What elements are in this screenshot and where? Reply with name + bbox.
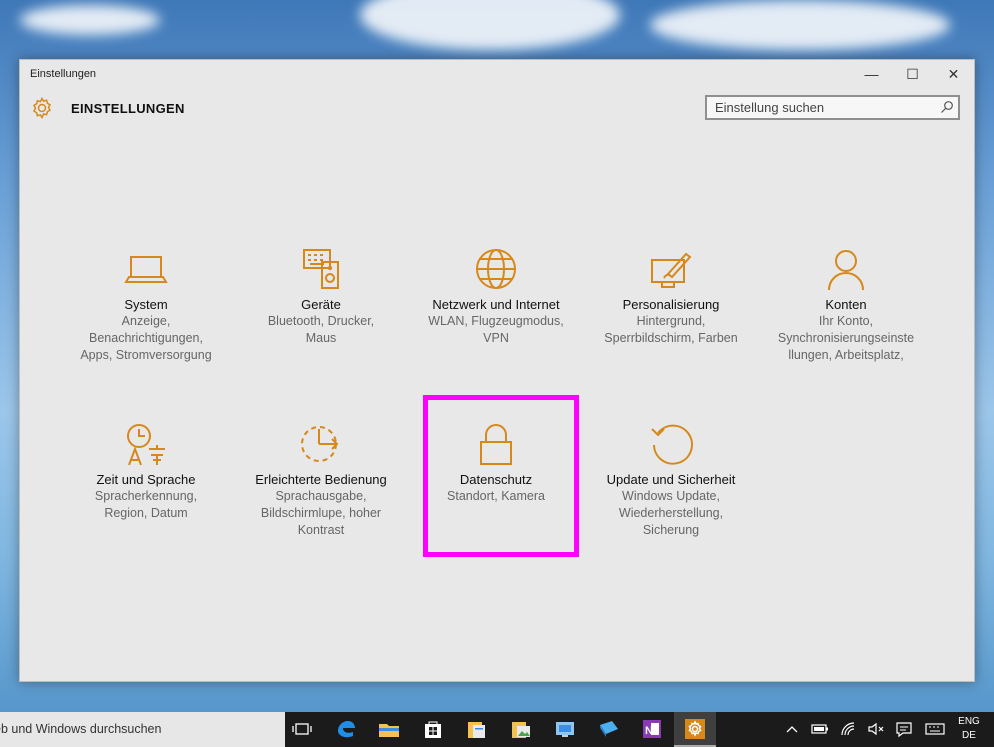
privacy-highlight-frame — [423, 395, 579, 557]
desktop-app-icon[interactable] — [597, 717, 621, 741]
tile-desc: Bluetooth, Drucker, Maus — [267, 314, 375, 345]
battery-icon[interactable] — [810, 719, 830, 739]
window-controls: — ☐ ✕ — [851, 60, 974, 88]
notification-icon[interactable] — [894, 719, 914, 739]
taskbar: eb und Windows durchsuchen N ENG DE — [0, 712, 994, 747]
paintbrush-icon — [651, 252, 692, 288]
tile-desc: Ihr Konto, Synchronisierungseinste llungen… — [777, 314, 915, 362]
tile-desc: Hintergrund, Sperrbildschirm, Farben — [604, 314, 738, 345]
chevron-up-icon[interactable] — [784, 719, 800, 739]
pictures-folder-icon[interactable] — [509, 717, 533, 741]
cloud — [650, 0, 950, 50]
tile-desc: Spracherkennung, Region, Datum — [94, 489, 198, 520]
tile-network[interactable]: Netzwerk und Internet WLAN, Flugzeugmodu… — [421, 248, 571, 347]
tile-desc: Sprachausgabe, Bildschirmlupe, hoher Kontr… — [260, 489, 382, 537]
refresh-icon — [651, 424, 693, 465]
keyboard-icon[interactable] — [924, 719, 946, 739]
tile-update-security[interactable]: Update und Sicherheit Windows Update, Wie… — [596, 423, 746, 539]
gear-icon — [32, 96, 52, 120]
person-icon — [828, 250, 864, 290]
settings-app-icon — [685, 719, 705, 739]
time-language-icon — [127, 424, 165, 465]
tile-title: Geräte — [301, 297, 341, 312]
search-box[interactable] — [705, 95, 960, 120]
tile-title: Konten — [825, 297, 867, 312]
title-bar: Einstellungen — ☐ ✕ — [20, 60, 974, 88]
taskbar-search-box[interactable]: eb und Windows durchsuchen — [0, 712, 285, 747]
tile-title: Zeit und Sprache — [96, 472, 196, 487]
tile-title: Update und Sicherheit — [606, 472, 736, 487]
network-folder-icon[interactable] — [553, 717, 577, 741]
tile-personalization[interactable]: Personalisierung Hintergrund, Sperrbildsc… — [596, 248, 746, 347]
search-input[interactable] — [707, 97, 940, 118]
maximize-button[interactable]: ☐ — [892, 60, 933, 88]
tile-title: Erleichterte Bedienung — [255, 472, 387, 487]
file-explorer-icon[interactable] — [377, 717, 401, 741]
tile-desc: Windows Update, Wiederherstellung, Sicheru… — [618, 489, 724, 537]
window-title: Einstellungen — [30, 68, 97, 80]
tile-title: Personalisierung — [622, 297, 720, 312]
task-view-icon[interactable] — [290, 717, 314, 741]
tile-title: System — [124, 297, 168, 312]
tile-desc: Anzeige, Benachrichtigungen, Apps, Stromve… — [80, 314, 212, 362]
document-folder-icon[interactable] — [465, 717, 489, 741]
tile-system[interactable]: System Anzeige, Benachrichtigungen, Apps, … — [71, 248, 221, 364]
tile-ease-of-access[interactable]: Erleichterte Bedienung Sprachausgabe, Bil… — [246, 423, 396, 539]
tile-time-language[interactable]: Zeit und Sprache Spracherkennung, Region,… — [71, 423, 221, 522]
svg-text:N: N — [645, 725, 653, 737]
tile-desc: WLAN, Flugzeugmodus, VPN — [428, 314, 564, 345]
onenote-icon[interactable]: N — [640, 717, 664, 741]
cloud — [360, 0, 620, 50]
tile-accounts[interactable]: Konten Ihr Konto, Synchronisierungseinste… — [771, 248, 921, 364]
close-button[interactable]: ✕ — [933, 60, 974, 88]
tile-devices[interactable]: Geräte Bluetooth, Drucker, Maus — [246, 248, 396, 347]
taskbar-active-settings[interactable] — [674, 712, 716, 747]
search-icon[interactable] — [940, 100, 954, 114]
globe-icon — [476, 249, 516, 289]
tile-title: Netzwerk und Internet — [432, 297, 560, 312]
taskbar-search-text: eb und Windows durchsuchen — [0, 722, 162, 736]
laptop-icon — [124, 256, 168, 283]
edge-icon[interactable] — [334, 717, 358, 741]
settings-window: Einstellungen — ☐ ✕ EINSTELLUNGEN System — [19, 59, 975, 682]
cloud — [20, 5, 160, 35]
minimize-button[interactable]: — — [851, 60, 892, 88]
devices-icon — [303, 249, 339, 289]
language-indicator[interactable]: ENG DE — [952, 715, 986, 743]
volume-muted-icon[interactable] — [866, 719, 886, 739]
ease-of-access-icon — [301, 426, 339, 462]
settings-header: EINSTELLUNGEN — [20, 90, 974, 130]
store-icon[interactable] — [421, 717, 445, 741]
wifi-icon[interactable] — [838, 719, 858, 739]
page-title: EINSTELLUNGEN — [71, 101, 185, 116]
